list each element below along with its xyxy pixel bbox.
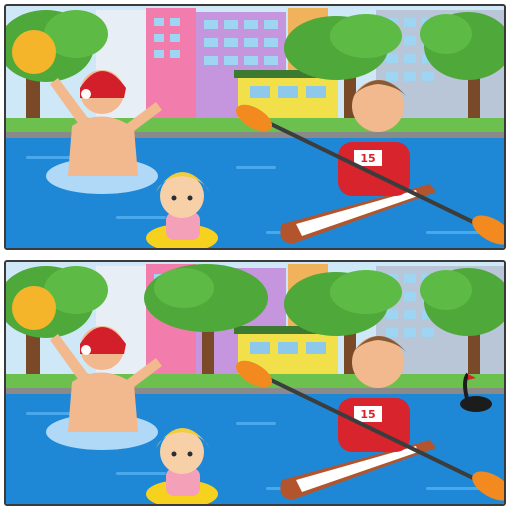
- spot-the-difference-game: 15 15: [0, 0, 512, 512]
- scene-bottom[interactable]: 15: [6, 262, 506, 506]
- water-polo-ball[interactable]: [12, 30, 56, 74]
- bib-number-top: 15: [360, 152, 375, 165]
- scene-top[interactable]: 15: [6, 6, 506, 250]
- bib-number-bottom: 15: [360, 408, 375, 421]
- panel-bottom[interactable]: 15: [4, 260, 506, 506]
- water-polo-ball[interactable]: [12, 286, 56, 330]
- panel-top[interactable]: 15: [4, 4, 506, 250]
